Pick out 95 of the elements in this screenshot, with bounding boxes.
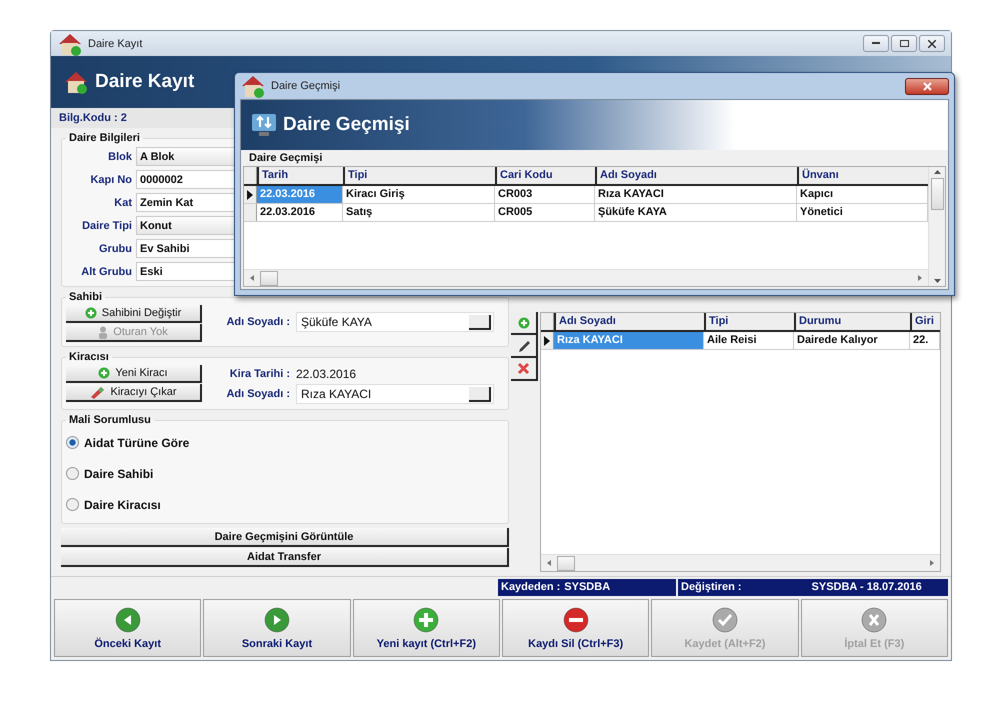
record-code: Bilg.Kodu : 2 <box>59 112 127 124</box>
tenant-button[interactable]: Kiracıyı Çıkar <box>66 384 202 402</box>
close-icon <box>928 40 936 48</box>
house-icon <box>240 73 266 99</box>
house-icon <box>63 69 89 95</box>
minimize-button[interactable] <box>863 35 889 52</box>
radio-option[interactable]: Daire Kiracısı <box>66 490 504 519</box>
toolbar-button[interactable]: Önceki Kayıt <box>54 599 202 657</box>
radio-option[interactable]: Daire Sahibi <box>66 459 504 488</box>
down-arrow-icon[interactable] <box>934 279 940 283</box>
row-pointer-icon <box>544 336 550 346</box>
field-label: Kapı No <box>89 174 132 186</box>
table-cell: 22.03.2016 <box>257 186 343 203</box>
minimize-icon <box>872 42 880 45</box>
plus-icon <box>413 606 440 632</box>
close-button[interactable] <box>919 35 945 52</box>
left-arrow-icon[interactable] <box>547 560 551 566</box>
plus-icon <box>98 367 110 379</box>
minus-icon <box>562 606 589 632</box>
plus-icon <box>84 307 97 319</box>
group-title: Mali Sorumlusu <box>68 414 152 426</box>
x-icon <box>861 606 888 632</box>
browse-button[interactable] <box>469 386 491 402</box>
scroll-thumb[interactable] <box>930 178 944 210</box>
table-cell: Kiracı Giriş <box>343 186 495 203</box>
table-cell: Dairede Kalıyor <box>794 332 910 349</box>
tenant-button[interactable]: Yeni Kiracı <box>66 365 202 383</box>
column-header[interactable]: Adı Soyadı <box>554 313 704 330</box>
tool-button[interactable] <box>511 312 538 335</box>
row-header[interactable] <box>244 186 257 203</box>
left-arrow-icon[interactable] <box>250 275 254 281</box>
table-cell: Rıza KAYACI <box>554 332 704 349</box>
browse-button[interactable] <box>469 314 491 330</box>
group-title: Sahibi <box>68 291 104 303</box>
eraser-icon <box>89 385 106 399</box>
field-label: Kira Tarihi : <box>228 368 290 380</box>
field-label: Daire Tipi <box>81 220 132 232</box>
column-header[interactable]: Giri <box>910 313 940 330</box>
action-button[interactable]: Aidat Transfer <box>61 548 509 567</box>
up-arrow-icon[interactable] <box>934 170 940 174</box>
tool-button[interactable] <box>511 358 538 381</box>
person-icon <box>98 326 108 338</box>
action-button[interactable]: Daire Geçmişini Görüntüle <box>61 528 509 547</box>
field-label: Adı Soyadı : <box>225 388 290 400</box>
close-button[interactable] <box>905 78 949 94</box>
scroll-thumb[interactable] <box>557 556 575 570</box>
table-cell: 22.03.2016 <box>257 204 343 221</box>
column-header[interactable]: Tarih <box>257 167 343 184</box>
table-cell: Aile Reisi <box>704 332 794 349</box>
column-header[interactable]: Tipi <box>704 313 794 330</box>
row-pointer-icon <box>247 190 253 200</box>
maximize-icon <box>900 40 908 47</box>
table-cell: Rıza KAYACI <box>595 186 797 203</box>
maximize-button[interactable] <box>891 35 917 52</box>
group-title: Daire Bilgileri <box>68 132 141 144</box>
table-cell: CR005 <box>495 204 595 221</box>
right-arrow-icon[interactable] <box>918 275 922 281</box>
monitor-icon <box>251 113 277 137</box>
radio-option[interactable]: Aidat Türüne Göre <box>66 428 504 457</box>
x-icon <box>517 362 530 375</box>
toolbar-button[interactable]: Yeni kayıt (Ctrl+F2) <box>352 599 500 657</box>
plus-icon <box>518 316 530 328</box>
table-cell: Satış <box>343 204 495 221</box>
group-title: Kiracısı <box>68 351 110 363</box>
field-label: Alt Grubu <box>80 266 132 278</box>
check-icon <box>712 606 738 632</box>
name-field[interactable]: Şüküfe KAYA <box>296 312 494 332</box>
table-cell: 22. <box>910 332 940 349</box>
status-panel: Değiştiren : SYSDBA - 18.07.2016 <box>678 578 948 596</box>
tool-button[interactable] <box>511 335 538 358</box>
page-title: Daire Kayıt <box>95 71 194 93</box>
toolbar-button[interactable]: Kaydı Sil (Ctrl+F3) <box>502 599 650 657</box>
column-header[interactable]: Adı Soyadı <box>595 167 797 184</box>
column-header[interactable]: Cari Kodu <box>495 167 595 184</box>
toolbar-button[interactable]: Sonraki Kayıt <box>203 599 351 657</box>
field-label: Blok <box>107 150 132 162</box>
field-label: Adı Soyadı : <box>225 316 290 328</box>
window-title: Daire Geçmişi <box>271 80 340 92</box>
column-header[interactable]: Durumu <box>794 313 910 330</box>
window-title: Daire Kayıt <box>88 38 142 50</box>
status-panel: Kaydeden : SYSDBA <box>498 578 676 596</box>
scroll-thumb[interactable] <box>260 270 278 286</box>
table-cell: CR003 <box>495 186 595 203</box>
row-header[interactable] <box>541 332 554 349</box>
pencil-icon <box>516 338 530 352</box>
owner-button[interactable]: Sahibini Değiştir <box>66 305 202 323</box>
column-header[interactable]: Tipi <box>343 167 495 184</box>
rent-date: 22.03.2016 <box>296 367 356 381</box>
name-field[interactable]: Rıza KAYACI <box>296 384 494 404</box>
close-icon <box>922 82 932 90</box>
right-arrow-icon[interactable] <box>930 560 934 566</box>
field-label: Grubu <box>98 242 132 254</box>
field-label: Kat <box>113 196 132 208</box>
page-title: Daire Geçmişi <box>283 114 410 136</box>
table-cell: Şüküfe KAYA <box>595 204 797 221</box>
